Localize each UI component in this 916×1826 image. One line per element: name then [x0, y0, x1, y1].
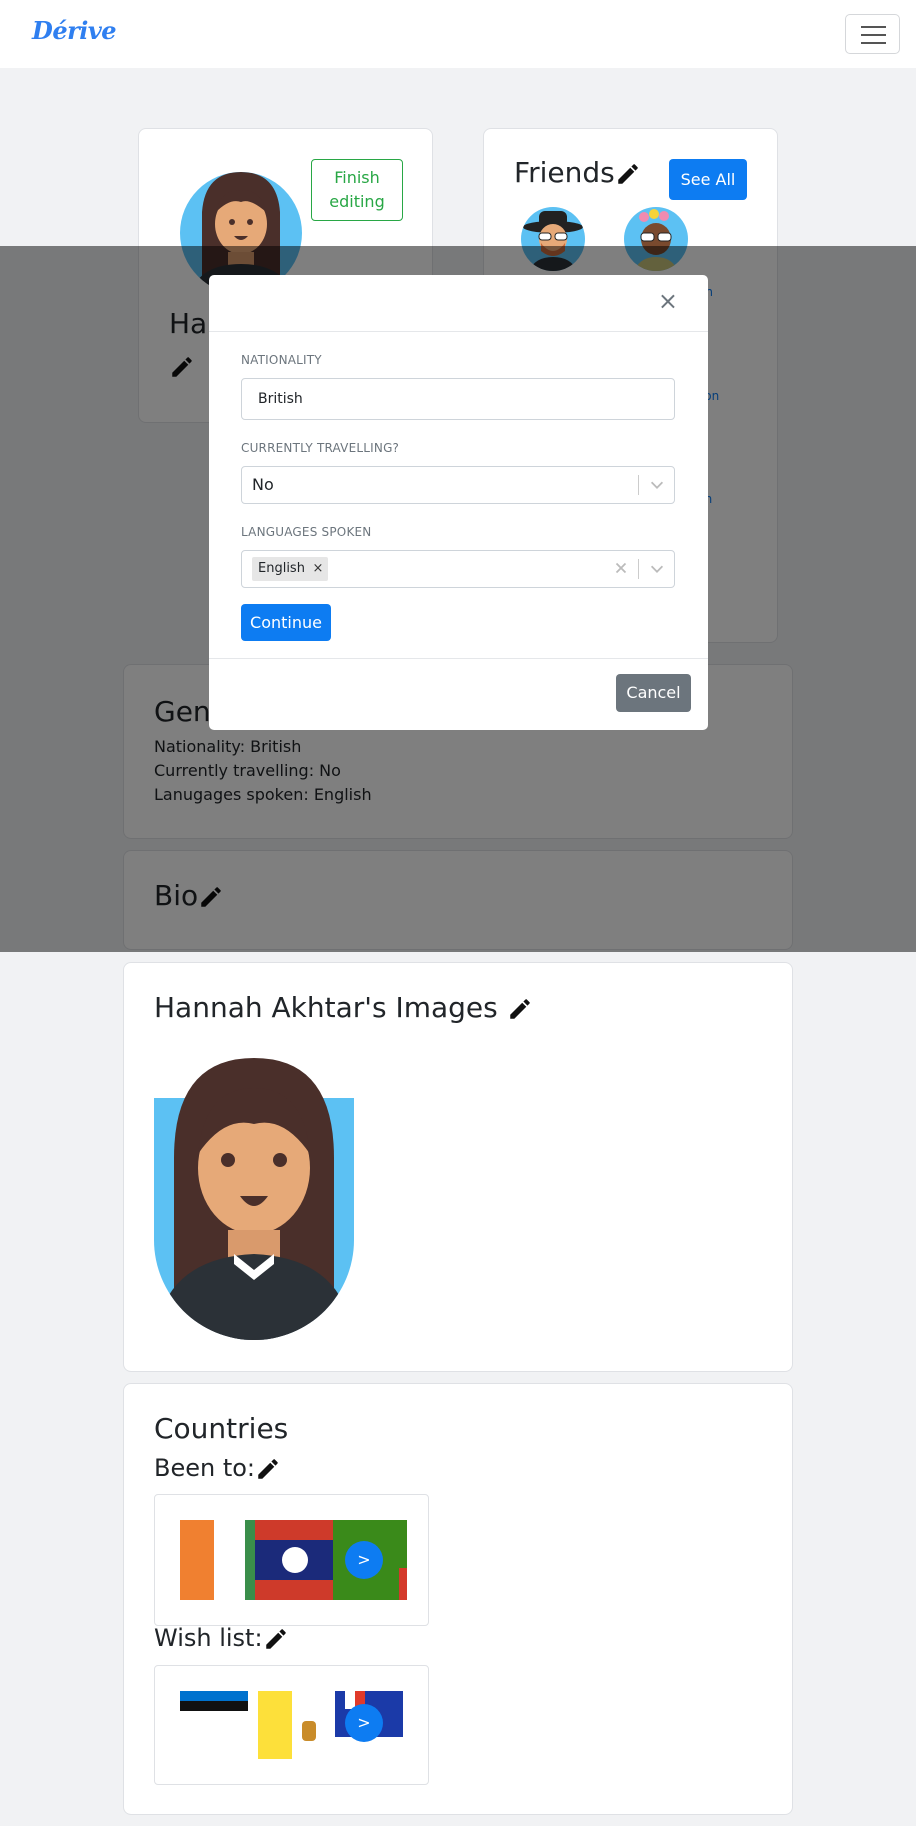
chevron-down-icon[interactable]	[648, 560, 666, 578]
flag-laos	[245, 1520, 333, 1600]
finish-editing-button[interactable]: Finish editing	[311, 159, 403, 221]
see-all-friends-button[interactable]: See All	[669, 159, 747, 200]
travelling-select[interactable]: No	[241, 466, 675, 504]
language-tag: English ×	[252, 557, 328, 581]
images-title: Hannah Akhtar's Images	[154, 991, 533, 1024]
language-tag-label: English	[258, 561, 305, 576]
been-to-carousel: >	[154, 1494, 429, 1626]
clear-icon[interactable]	[612, 559, 630, 577]
chevron-down-icon[interactable]	[648, 476, 666, 494]
languages-multiselect[interactable]: English ×	[241, 550, 675, 588]
select-separator	[638, 475, 639, 495]
cancel-button[interactable]: Cancel	[616, 674, 691, 712]
hamburger-icon-bar	[861, 34, 886, 36]
wish-list-label: Wish list:	[154, 1624, 263, 1652]
navbar: Dérive	[0, 0, 916, 68]
nationality-input[interactable]: British	[241, 378, 675, 420]
wish-list-heading: Wish list:	[154, 1624, 289, 1652]
hamburger-menu-button[interactable]	[845, 14, 900, 54]
images-card: Hannah Akhtar's Images	[123, 962, 793, 1372]
pencil-icon[interactable]	[263, 1626, 289, 1652]
flag-vatican	[258, 1691, 326, 1759]
pencil-icon[interactable]	[255, 1456, 281, 1482]
gallery-image[interactable]	[154, 1058, 354, 1340]
friends-title: Friends	[514, 156, 641, 189]
flag-ivory-coast	[180, 1520, 214, 1600]
travelling-selected-value: No	[252, 475, 274, 494]
edit-general-modal: × NATIONALITY British CURRENTLY TRAVELLI…	[209, 275, 708, 730]
close-icon[interactable]: ×	[658, 289, 678, 313]
wish-list-carousel: >	[154, 1665, 429, 1785]
languages-label: LANGUAGES SPOKEN	[241, 525, 372, 539]
wish-list-next-button[interactable]: >	[345, 1704, 383, 1742]
hamburger-icon	[861, 26, 886, 28]
flag-estonia	[180, 1691, 248, 1721]
been-to-label: Been to:	[154, 1454, 256, 1482]
modal-header: ×	[209, 275, 708, 332]
countries-title: Countries	[154, 1412, 289, 1445]
brand-logo[interactable]: Dérive	[32, 16, 117, 45]
images-title-text: Hannah Akhtar's Images	[154, 991, 498, 1024]
pencil-icon[interactable]	[507, 996, 533, 1022]
countries-card: Countries Been to: > Wish list: >	[123, 1383, 793, 1815]
modal-footer: Cancel	[209, 658, 708, 730]
tag-remove-icon[interactable]: ×	[308, 557, 328, 581]
friends-title-text: Friends	[514, 156, 615, 189]
pencil-icon[interactable]	[615, 161, 641, 187]
nationality-label: NATIONALITY	[241, 353, 322, 367]
been-to-next-button[interactable]: >	[345, 1541, 383, 1579]
continue-button[interactable]: Continue	[241, 604, 331, 641]
select-separator	[638, 559, 639, 579]
been-to-heading: Been to:	[154, 1454, 281, 1482]
travelling-label: CURRENTLY TRAVELLING?	[241, 441, 400, 455]
hamburger-icon-bar	[861, 42, 886, 44]
